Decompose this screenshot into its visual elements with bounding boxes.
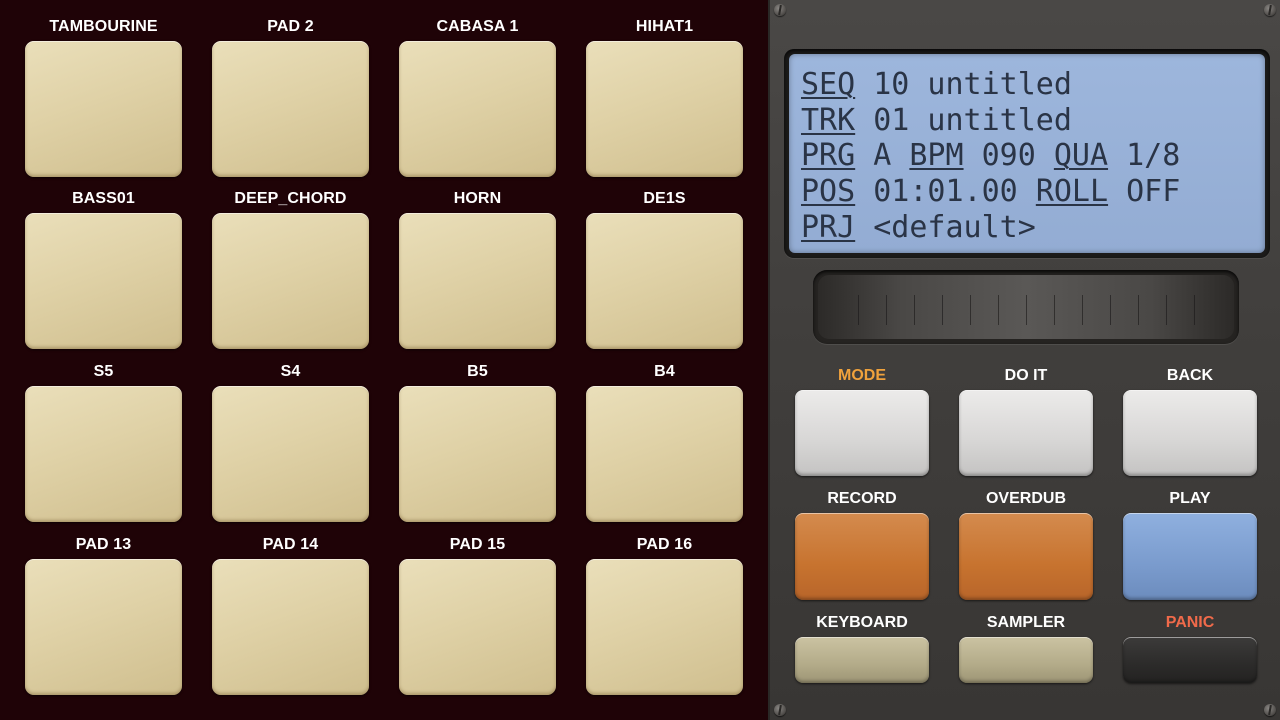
pad-label: S4: [280, 363, 301, 380]
pad-cell-14: PAD 14: [212, 518, 369, 695]
doit-label: DO IT: [1004, 367, 1048, 384]
back-label: BACK: [1166, 367, 1214, 384]
pad-label: PAD 14: [262, 536, 319, 553]
pad-label: PAD 15: [449, 536, 506, 553]
drum-pad-b5[interactable]: [399, 386, 556, 522]
prg-value: A: [855, 138, 910, 174]
screw-icon: [774, 4, 786, 16]
mode-button[interactable]: [795, 390, 929, 476]
roll-key[interactable]: ROLL: [1036, 174, 1108, 209]
drum-pad-s4[interactable]: [212, 386, 369, 522]
drum-pad-grid: TAMBOURINE PAD 2 CABASA 1 HIHAT1 BASS01 …: [0, 0, 768, 720]
keyboard-label: KEYBOARD: [816, 614, 908, 631]
drum-pad-de1s[interactable]: [586, 213, 743, 349]
pad-label: HIHAT1: [635, 18, 694, 35]
pad-label: DEEP_CHORD: [234, 190, 347, 207]
pad-cell-16: PAD 16: [586, 518, 743, 695]
pad-cell-1: TAMBOURINE: [25, 0, 182, 177]
drum-pad-cabasa-1[interactable]: [399, 41, 556, 177]
pad-label: B5: [467, 363, 488, 380]
seq-value: 10 untitled: [855, 67, 1072, 102]
screw-icon: [774, 704, 786, 716]
drum-pad-hihat1[interactable]: [586, 41, 743, 177]
drum-pad-b4[interactable]: [586, 386, 743, 522]
record-button[interactable]: [795, 513, 929, 600]
pad-label: BASS01: [72, 190, 135, 207]
lcd-line-sequence: SEQ 10 untitled: [801, 67, 1265, 103]
prj-key[interactable]: PRJ: [801, 210, 855, 245]
pad-cell-15: PAD 15: [399, 518, 556, 695]
lcd-line-track: TRK 01 untitled: [801, 103, 1265, 139]
pad-cell-12: B4: [586, 345, 743, 522]
trk-value: 01 untitled: [855, 102, 1072, 138]
pad-label: TAMBOURINE: [49, 18, 158, 35]
prj-value: <default>: [855, 209, 1036, 245]
pad-cell-9: S5: [25, 345, 182, 522]
do-it-button[interactable]: [959, 390, 1093, 476]
pad-cell-10: S4: [212, 345, 369, 522]
drum-pad-14[interactable]: [212, 559, 369, 695]
pad-cell-5: BASS01: [25, 172, 182, 349]
pad-label: S5: [93, 363, 114, 380]
mode-label: MODE: [838, 367, 886, 384]
pad-cell-6: DEEP_CHORD: [212, 172, 369, 349]
overdub-label: OVERDUB: [985, 490, 1066, 507]
drum-pad-deep-chord[interactable]: [212, 213, 369, 349]
drum-pad-horn[interactable]: [399, 213, 556, 349]
pos-key[interactable]: POS: [801, 174, 855, 209]
pad-label: DE1S: [643, 190, 686, 207]
record-label: RECORD: [827, 490, 897, 507]
keyboard-button[interactable]: [795, 637, 929, 683]
lcd-line-program: PRG A BPM 090 QUA 1/8: [801, 138, 1265, 174]
pad-cell-2: PAD 2: [212, 0, 369, 177]
pos-value: 01:01.00: [855, 174, 1036, 210]
panic-label: PANIC: [1165, 614, 1215, 631]
sampler-label: SAMPLER: [986, 614, 1066, 631]
jog-wheel[interactable]: [813, 270, 1239, 344]
roll-value: OFF: [1108, 174, 1181, 210]
pad-cell-8: DE1S: [586, 172, 743, 349]
drum-pad-13[interactable]: [25, 559, 182, 695]
lcd-display: SEQ 10 untitled TRK 01 untitled PRG A BP…: [789, 54, 1265, 253]
drum-pad-15[interactable]: [399, 559, 556, 695]
pad-label: PAD 16: [636, 536, 693, 553]
screw-icon: [1264, 4, 1276, 16]
pad-label: PAD 2: [267, 18, 314, 35]
back-button[interactable]: [1123, 390, 1257, 476]
panic-button[interactable]: [1123, 637, 1257, 683]
sampler-button[interactable]: [959, 637, 1093, 683]
lcd-bezel: SEQ 10 untitled TRK 01 untitled PRG A BP…: [784, 49, 1270, 258]
prg-key[interactable]: PRG: [801, 138, 855, 173]
bpm-key[interactable]: BPM: [909, 138, 963, 173]
seq-key[interactable]: SEQ: [801, 67, 855, 102]
lcd-line-project: PRJ <default>: [801, 210, 1265, 246]
drum-pad-2[interactable]: [212, 41, 369, 177]
drum-pad-tambourine[interactable]: [25, 41, 182, 177]
screw-icon: [1264, 704, 1276, 716]
pad-cell-7: HORN: [399, 172, 556, 349]
lcd-line-position: POS 01:01.00 ROLL OFF: [801, 174, 1265, 210]
pad-cell-3: CABASA 1: [399, 0, 556, 177]
overdub-button[interactable]: [959, 513, 1093, 600]
pad-cell-11: B5: [399, 345, 556, 522]
pad-label: CABASA 1: [436, 18, 519, 35]
pad-cell-4: HIHAT1: [586, 0, 743, 177]
drum-pad-16[interactable]: [586, 559, 743, 695]
play-label: PLAY: [1169, 490, 1211, 507]
qua-value: 1/8: [1108, 138, 1181, 174]
drum-pad-bass01[interactable]: [25, 213, 182, 349]
pad-cell-13: PAD 13: [25, 518, 182, 695]
play-button[interactable]: [1123, 513, 1257, 600]
qua-key[interactable]: QUA: [1054, 138, 1108, 173]
pad-label: HORN: [453, 190, 502, 207]
jog-wheel-surface[interactable]: [818, 275, 1234, 339]
control-panel: SEQ 10 untitled TRK 01 untitled PRG A BP…: [768, 0, 1280, 720]
bpm-value: 090: [963, 138, 1054, 174]
pad-label: PAD 13: [75, 536, 132, 553]
drum-pad-s5[interactable]: [25, 386, 182, 522]
pad-label: B4: [654, 363, 675, 380]
trk-key[interactable]: TRK: [801, 103, 855, 138]
